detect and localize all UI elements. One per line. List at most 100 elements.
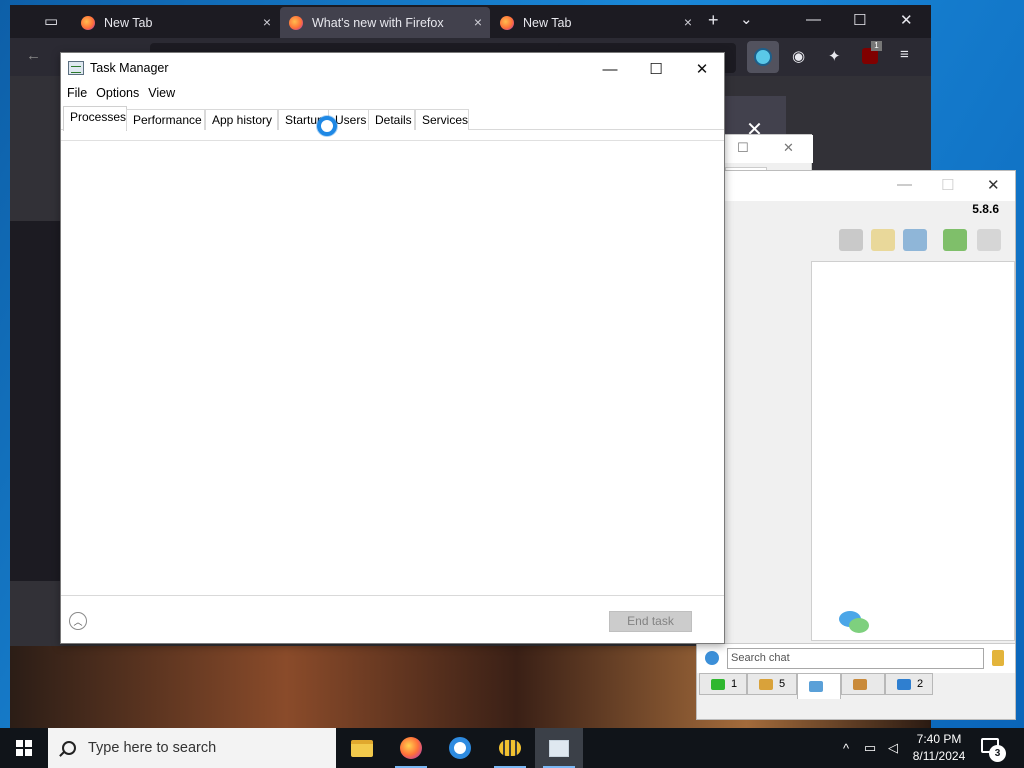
account-icon[interactable]: ◉ (792, 47, 805, 65)
extensions-puzzle-icon[interactable]: ✦ (828, 47, 841, 65)
taskbar-clock[interactable]: 7:40 PM 8/11/2024 (905, 731, 973, 765)
chat-app-window: — ☐ ✕ 5.8.6 Search chat 1 5 2 (696, 170, 1016, 720)
task-manager-icon (549, 739, 569, 757)
end-task-button[interactable]: End task (609, 611, 692, 632)
chat-tab-icon (897, 678, 911, 690)
secondary-app-titlebar: ☐ ✕ (725, 135, 813, 163)
tab-processes[interactable]: Processes (63, 106, 127, 131)
new-tab-button[interactable]: + (708, 10, 719, 31)
clock-date: 8/11/2024 (912, 749, 966, 763)
firefox-tab-title: What's new with Firefox (312, 15, 444, 30)
clock-time: 7:40 PM (916, 732, 962, 746)
taskbar-file-explorer[interactable] (338, 728, 386, 768)
menu-bar: File Options View (61, 84, 724, 104)
chat-search-row: Search chat (697, 643, 1015, 673)
task-manager-tabs: Processes Performance App history Startu… (61, 106, 724, 131)
taskbar-firefox[interactable] (387, 728, 435, 768)
chat-titlebar: — ☐ ✕ (697, 171, 1015, 201)
firefox-favicon-icon (500, 15, 514, 30)
close-button[interactable]: ✕ (679, 56, 725, 82)
task-manager-footer: ︿ End task (61, 595, 724, 643)
task-manager-window: Task Manager — ☐ ✕ File Options View Pro… (60, 52, 725, 644)
bee-app-icon (499, 740, 521, 756)
menu-view[interactable]: View (148, 84, 181, 104)
notification-count-badge: 3 (989, 745, 1006, 762)
chat-tab[interactable] (841, 673, 885, 695)
version-label: 5.8.6 (972, 202, 999, 216)
mail-icon[interactable] (839, 229, 863, 251)
firefox-tab-title: New Tab (523, 15, 572, 30)
firefox-tab-active[interactable]: What's new with Firefox × (280, 7, 490, 38)
chat-tab[interactable]: 1 (699, 673, 747, 695)
hamburger-menu-icon[interactable]: ≡ (900, 46, 909, 63)
extension-button[interactable] (747, 41, 779, 73)
minimize-button[interactable]: — (806, 11, 821, 28)
taskbar-task-manager[interactable] (535, 728, 583, 768)
chat-tab-count: 5 (779, 678, 786, 690)
edit-icon[interactable] (871, 229, 895, 251)
window-title: Task Manager (90, 61, 169, 75)
maximize-button[interactable]: ☐ (633, 56, 679, 82)
taskbar-chat-app[interactable] (486, 728, 534, 768)
tab-close-icon[interactable]: × (684, 14, 692, 30)
process-list[interactable] (61, 142, 724, 595)
update-icon[interactable] (943, 229, 967, 251)
tab-services[interactable]: Services (415, 109, 469, 130)
folder-icon (351, 739, 373, 757)
chat-tab-count: 2 (917, 678, 924, 690)
chat-tab-selected[interactable] (797, 673, 841, 699)
volume-muted-icon[interactable]: ◁ (883, 728, 903, 768)
taskbar: Type here to search ^ ▭ ◁ 7:40 PM 8/11/2… (0, 728, 1024, 768)
start-button[interactable] (0, 728, 48, 768)
fewer-details-chevron-icon[interactable]: ︿ (69, 612, 87, 630)
trash-icon[interactable] (977, 229, 1001, 251)
chat-message-area[interactable] (811, 261, 1015, 641)
chat-tab[interactable]: 5 (747, 673, 797, 695)
task-manager-app-icon (68, 61, 84, 75)
taskbar-chromium[interactable] (436, 728, 484, 768)
firefox-tab-title: New Tab (104, 15, 153, 30)
chat-tab[interactable]: 2 (885, 673, 933, 695)
back-arrow-icon[interactable]: ← (26, 47, 41, 64)
list-all-tabs-button[interactable]: ⌄ (740, 10, 753, 28)
tab-performance[interactable]: Performance (126, 109, 205, 130)
firefox-icon (400, 737, 422, 759)
chat-tab-icon (809, 681, 823, 692)
show-hidden-icons-chevron-icon[interactable]: ^ (836, 728, 856, 768)
maximize-button[interactable]: ☐ (941, 176, 954, 194)
firefox-tab-bar: ▭ New Tab × What's new with Firefox × Ne… (10, 5, 931, 38)
chromium-icon (449, 737, 471, 759)
tab-close-icon[interactable]: × (474, 14, 482, 30)
network-icon[interactable]: ▭ (860, 728, 880, 768)
chat-search-icon (705, 651, 719, 665)
chat-bottom-tabs: 1 5 2 (697, 673, 1015, 699)
tab-details[interactable]: Details (368, 109, 415, 130)
clear-search-icon[interactable] (992, 650, 1004, 666)
firefox-tab[interactable]: New Tab × (491, 7, 700, 38)
process-list-header (61, 131, 724, 141)
tab-manager-icon[interactable]: ▭ (44, 12, 58, 30)
firefox-tab[interactable]: New Tab × (72, 7, 279, 38)
chat-tab-icon (853, 678, 867, 690)
close-button[interactable]: ✕ (987, 176, 1000, 194)
tab-app-history[interactable]: App history (205, 109, 278, 130)
tab-close-icon[interactable]: × (263, 14, 271, 30)
close-button[interactable]: ✕ (783, 140, 794, 156)
taskbar-search-box[interactable]: Type here to search (48, 728, 336, 768)
extension-icon (754, 48, 772, 66)
chat-bubbles-icon (839, 611, 869, 637)
maximize-button[interactable]: ☐ (737, 140, 749, 156)
menu-file[interactable]: File (67, 84, 93, 104)
chat-tab-icon (759, 678, 773, 690)
window-close-button[interactable]: ✕ (900, 11, 913, 29)
minimize-button[interactable]: — (897, 176, 912, 193)
taskbar-search-placeholder: Type here to search (88, 740, 217, 756)
firefox-favicon-icon (289, 15, 303, 30)
tools-icon[interactable] (903, 229, 927, 251)
search-icon (62, 741, 76, 755)
chat-tab-icon (711, 678, 725, 690)
chat-search-input[interactable]: Search chat (727, 648, 984, 669)
menu-options[interactable]: Options (96, 84, 145, 104)
maximize-button[interactable]: ☐ (853, 11, 866, 29)
minimize-button[interactable]: — (587, 56, 633, 82)
